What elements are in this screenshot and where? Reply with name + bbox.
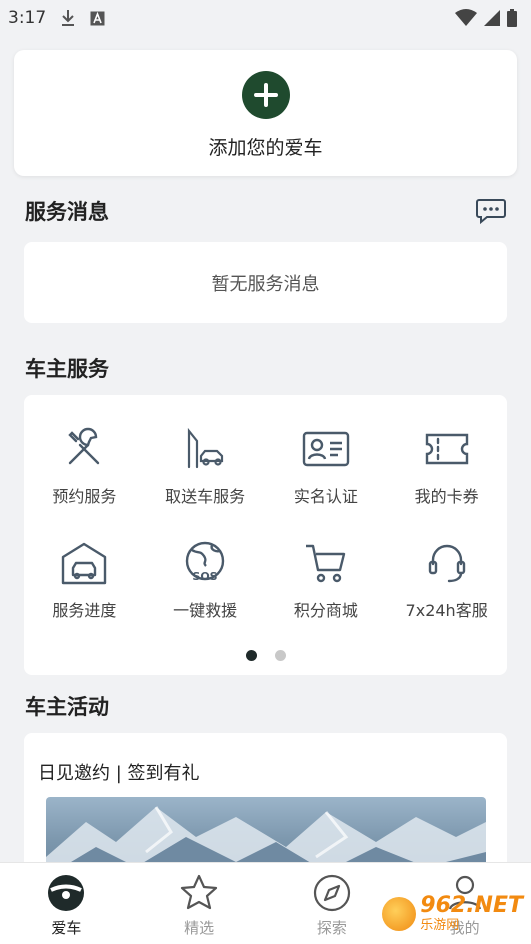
- plus-icon: [253, 82, 278, 107]
- status-time: 3:17: [8, 8, 47, 28]
- tab-my-car[interactable]: 爱车: [0, 863, 133, 944]
- page-dot-2[interactable]: [274, 650, 286, 661]
- shopping-cart-icon: [302, 539, 350, 587]
- service-messages-card: 暂无服务消息: [24, 242, 507, 323]
- service-my-coupons[interactable]: 我的卡券: [386, 425, 507, 507]
- watermark-sub: 乐游网: [420, 918, 460, 933]
- compass-icon: [313, 874, 350, 912]
- garage-icon: [60, 539, 108, 587]
- star-icon: [181, 874, 218, 910]
- car-pickup-icon: [181, 425, 229, 473]
- owner-services-title: 车主服务: [25, 357, 109, 381]
- add-car-card[interactable]: 添加您的爱车: [14, 50, 517, 176]
- app-notification-icon: [90, 11, 105, 25]
- service-appointment[interactable]: 预约服务: [24, 425, 145, 507]
- steering-wheel-icon: [48, 875, 85, 911]
- service-messages-title: 服务消息: [25, 200, 109, 224]
- battery-icon: [507, 9, 517, 27]
- wrench-screwdriver-icon: [60, 425, 108, 473]
- coupon-ticket-icon: [423, 425, 471, 473]
- status-bar: 3:17: [0, 0, 531, 36]
- add-car-label: 添加您的爱车: [208, 136, 323, 159]
- owner-services-card: 预约服务 取送车服务 实名认证 我的卡券 服务进度 SOS 一键救援 积分商城 …: [24, 395, 507, 675]
- sos-globe-icon: SOS: [181, 539, 229, 587]
- service-pickup-delivery[interactable]: 取送车服务: [145, 425, 266, 507]
- download-icon: [62, 10, 75, 26]
- empty-message-text: 暂无服务消息: [211, 273, 320, 295]
- page-indicator: [24, 650, 507, 661]
- tab-featured[interactable]: 精选: [133, 863, 266, 944]
- service-points-mall[interactable]: 积分商城: [266, 539, 387, 621]
- owner-activities-title: 车主活动: [25, 695, 109, 719]
- service-real-name[interactable]: 实名认证: [266, 425, 387, 507]
- signal-icon: [484, 10, 500, 26]
- svg-text:SOS: SOS: [193, 570, 218, 583]
- service-progress[interactable]: 服务进度: [24, 539, 145, 621]
- id-card-icon: [302, 425, 350, 473]
- headset-icon: [423, 539, 471, 587]
- wifi-icon: [455, 9, 477, 26]
- add-car-button[interactable]: [241, 70, 290, 119]
- message-center-icon[interactable]: [475, 197, 507, 225]
- tab-explore[interactable]: 探索: [266, 863, 399, 944]
- activity-card-title: 日见邀约 | 签到有礼: [38, 763, 200, 784]
- site-watermark: 962.NET 乐游网: [382, 895, 523, 932]
- service-customer-support[interactable]: 7x24h客服: [386, 539, 507, 621]
- service-rescue[interactable]: SOS 一键救援: [145, 539, 266, 621]
- watermark-logo-icon: [382, 896, 417, 931]
- watermark-main: 962.NET: [420, 893, 523, 918]
- page-dot-1[interactable]: [245, 650, 257, 661]
